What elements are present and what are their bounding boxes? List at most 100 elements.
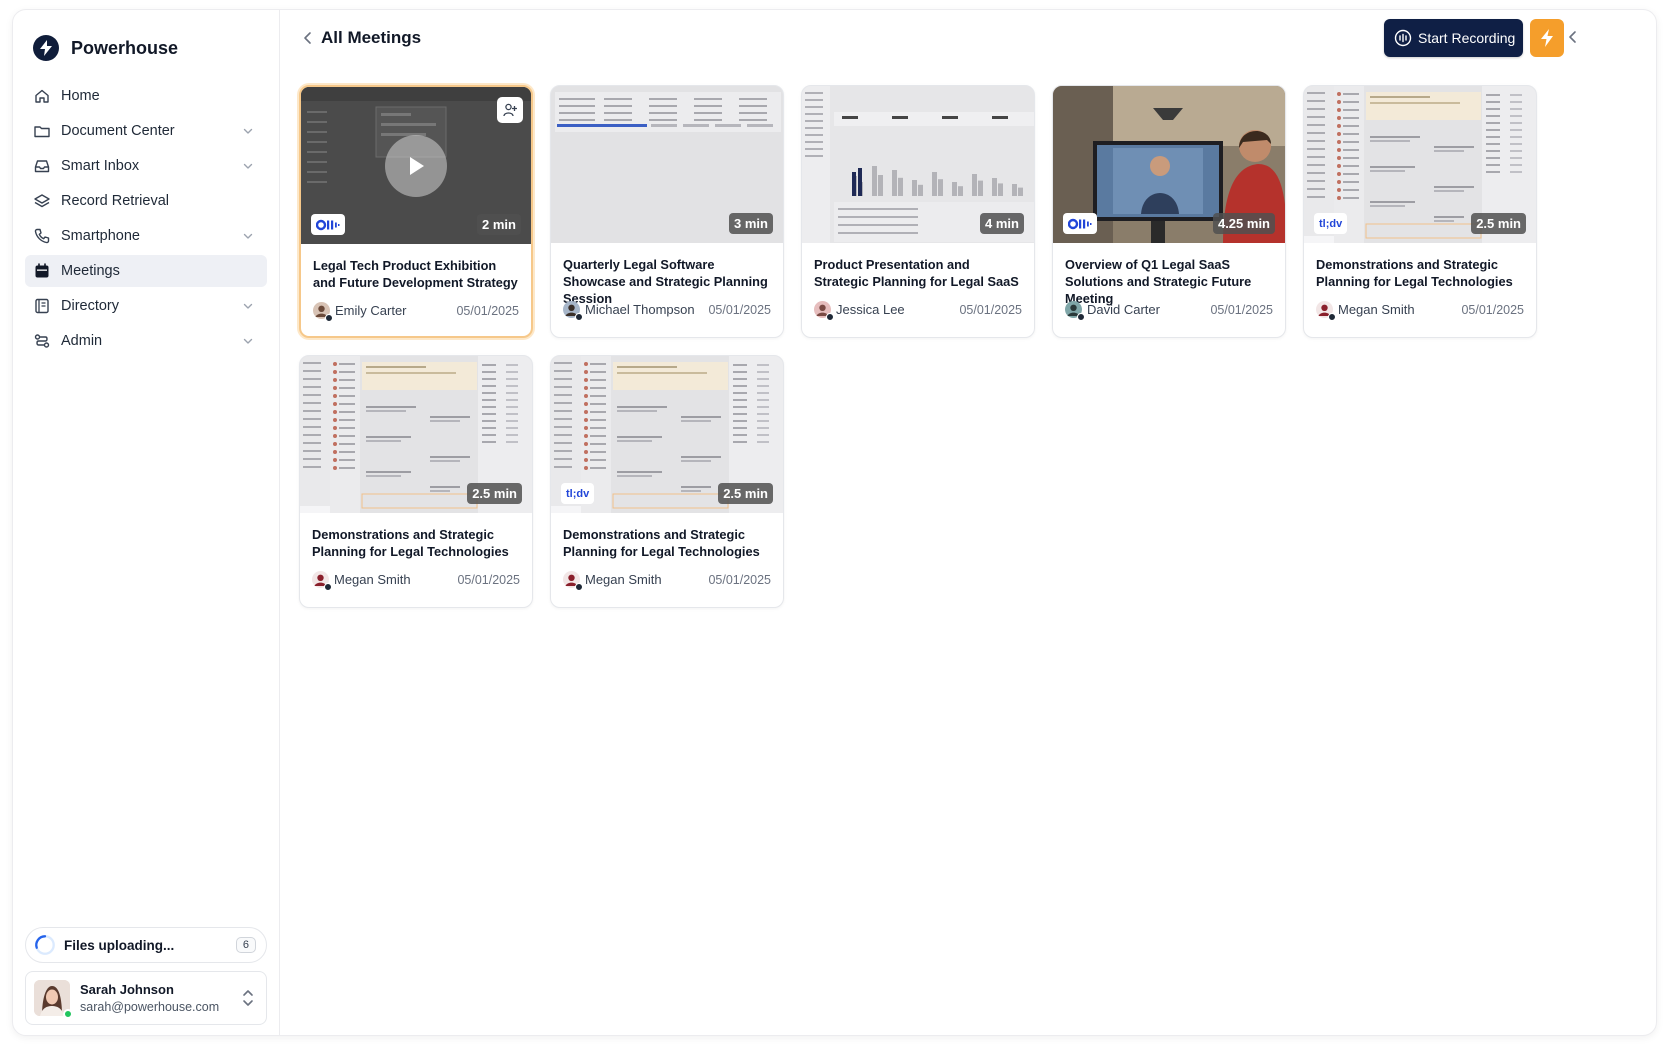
user-plus-icon — [503, 103, 517, 117]
meeting-owner: Megan Smith — [334, 572, 411, 587]
duration-badge: 2.5 min — [718, 483, 773, 504]
layers-icon — [33, 192, 51, 210]
meeting-card[interactable]: 3 min Quarterly Legal Software Showcase a… — [550, 85, 784, 338]
meeting-date: 05/01/2025 — [457, 572, 520, 587]
upload-count-badge: 6 — [235, 937, 256, 953]
meeting-thumbnail[interactable]: 3 min — [551, 86, 783, 243]
sidebar-item-directory[interactable]: Directory — [25, 290, 267, 322]
sidebar-item-smartphone[interactable]: Smartphone — [25, 220, 267, 252]
duration-badge: 3 min — [729, 213, 773, 234]
sidebar-item-document-center[interactable]: Document Center — [25, 115, 267, 147]
chevron-left-icon[interactable] — [300, 30, 316, 46]
phone-icon — [33, 227, 51, 245]
meeting-title: Demonstrations and Strategic Planning fo… — [563, 527, 760, 559]
chevron-down-icon[interactable] — [241, 229, 255, 243]
meeting-owner: Jessica Lee — [836, 302, 905, 317]
meeting-card[interactable]: 4.25 min Overview of Q1 Legal SaaS Soluti… — [1052, 85, 1286, 338]
duration-badge: 2.5 min — [1471, 213, 1526, 234]
meeting-thumbnail[interactable]: 4 min — [802, 86, 1034, 243]
sidebar: Powerhouse Home Document Center Smart Inbo… — [13, 10, 280, 1035]
meeting-meta: Jessica Lee 05/01/2025 — [802, 295, 1034, 321]
meeting-card[interactable]: 4 min Product Presentation and Strategic … — [801, 85, 1035, 338]
meeting-title: Demonstrations and Strategic Planning fo… — [1316, 257, 1513, 289]
sidebar-item-label: Document Center — [61, 123, 175, 139]
meeting-date: 05/01/2025 — [1461, 302, 1524, 317]
meeting-date: 05/01/2025 — [456, 303, 519, 318]
duration-badge: 4.25 min — [1212, 213, 1275, 234]
tldv-logo-icon: tl;dv — [1314, 213, 1348, 234]
folder-icon — [33, 122, 51, 140]
sidebar-item-meetings[interactable]: Meetings — [25, 255, 267, 287]
waveform-icon — [1394, 29, 1412, 47]
tldv-logo-icon: tl;dv — [561, 483, 595, 504]
sidebar-item-smart-inbox[interactable]: Smart Inbox — [25, 150, 267, 182]
meeting-card[interactable]: tl;dv 2.5 min Demonstrations and Strategic… — [550, 355, 784, 608]
meeting-title: Overview of Q1 Legal SaaS Solutions and … — [1065, 257, 1252, 306]
chevron-down-icon[interactable] — [241, 334, 255, 348]
sidebar-item-label: Home — [61, 88, 100, 104]
avatar — [814, 301, 834, 321]
inbox-icon — [33, 157, 51, 175]
meeting-thumbnail[interactable]: 2 min — [301, 87, 531, 244]
sidebar-item-label: Meetings — [61, 263, 120, 279]
duration-badge: 2 min — [477, 214, 521, 235]
route-icon — [33, 332, 51, 350]
duration-badge: 4 min — [980, 213, 1024, 234]
meeting-thumbnail[interactable]: 4.25 min — [1053, 86, 1285, 243]
chevron-down-icon[interactable] — [241, 124, 255, 138]
play-icon[interactable] — [385, 135, 447, 197]
avatar — [1065, 301, 1085, 321]
sidebar-item-home[interactable]: Home — [25, 80, 267, 112]
app-window: Powerhouse Home Document Center Smart Inbo… — [12, 9, 1657, 1036]
meeting-title: Legal Tech Product Exhibition and Future… — [313, 258, 518, 290]
meeting-owner: Megan Smith — [585, 572, 662, 587]
brand[interactable]: Powerhouse — [13, 10, 279, 68]
powerhouse-logo-icon — [33, 35, 59, 61]
start-recording-label: Start Recording — [1418, 30, 1516, 46]
sidebar-item-label: Smartphone — [61, 228, 140, 244]
add-user-button[interactable] — [497, 97, 523, 123]
upload-status-label: Files uploading... — [64, 937, 175, 953]
meeting-card[interactable]: 2 min Legal Tech Product Exhibition and F… — [299, 85, 533, 338]
chevron-down-icon[interactable] — [241, 299, 255, 313]
avatar — [313, 302, 333, 322]
meeting-thumbnail[interactable]: tl;dv 2.5 min — [1304, 86, 1536, 243]
book-icon — [33, 297, 51, 315]
meeting-date: 05/01/2025 — [959, 302, 1022, 317]
meeting-meta: Megan Smith 05/01/2025 — [551, 565, 783, 591]
files-uploading-indicator[interactable]: Files uploading... 6 — [25, 927, 267, 963]
sidebar-item-admin[interactable]: Admin — [25, 325, 267, 357]
meeting-owner: Emily Carter — [335, 303, 407, 318]
sidebar-item-label: Smart Inbox — [61, 158, 140, 174]
sidebar-nav: Home Document Center Smart Inbox Record Ret… — [13, 80, 279, 357]
meeting-date: 05/01/2025 — [708, 572, 771, 587]
user-email: sarah@powerhouse.com — [80, 1000, 220, 1014]
collapse-panel-icon[interactable] — [1566, 28, 1580, 46]
start-recording-button[interactable]: Start Recording — [1384, 19, 1523, 57]
online-status-dot — [63, 1009, 73, 1019]
sidebar-item-record-retrieval[interactable]: Record Retrieval — [25, 185, 267, 217]
meeting-thumbnail[interactable]: 2.5 min — [300, 356, 532, 513]
meeting-owner: Michael Thompson — [585, 302, 695, 317]
meeting-date: 05/01/2025 — [708, 302, 771, 317]
otter-logo-icon — [311, 214, 345, 235]
user-menu[interactable]: Sarah Johnson sarah@powerhouse.com — [25, 971, 267, 1025]
chevron-down-icon[interactable] — [241, 159, 255, 173]
meeting-thumbnail[interactable]: tl;dv 2.5 min — [551, 356, 783, 513]
chevron-up-down-icon — [243, 990, 253, 1006]
avatar — [1316, 301, 1336, 321]
meeting-card[interactable]: tl;dv 2.5 min Demonstrations and Strategic… — [1303, 85, 1537, 338]
user-name: Sarah Johnson — [80, 982, 174, 997]
app-name: Powerhouse — [71, 37, 179, 58]
home-icon — [33, 87, 51, 105]
meeting-meta: Megan Smith 05/01/2025 — [300, 565, 532, 591]
source-label: tl;dv — [566, 487, 590, 500]
meeting-date: 05/01/2025 — [1210, 302, 1273, 317]
avatar — [563, 571, 583, 591]
spinner-icon — [35, 935, 55, 955]
avatar — [312, 571, 332, 591]
quick-action-button[interactable] — [1530, 19, 1564, 57]
meeting-card[interactable]: 2.5 min Demonstrations and Strategic Plan… — [299, 355, 533, 608]
calendar-icon — [33, 262, 51, 280]
meeting-owner: David Carter — [1087, 302, 1160, 317]
